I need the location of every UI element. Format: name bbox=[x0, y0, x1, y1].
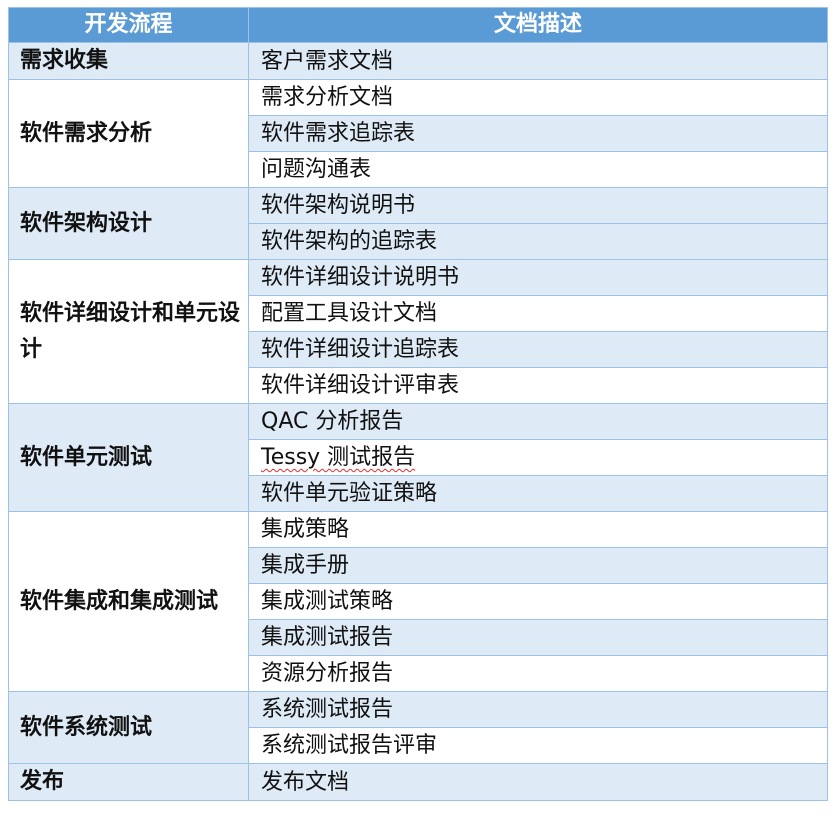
phase-cell: 需求收集 bbox=[8, 42, 249, 80]
table-row: 需求收集 客户需求文档 bbox=[8, 42, 828, 80]
document-table: 开发流程 文档描述 需求收集 客户需求文档 软件需求分析 需求分析文档 软件需求… bbox=[8, 7, 828, 801]
doc-cell: 软件架构的追踪表 bbox=[248, 223, 828, 260]
doc-cell: 软件架构说明书 bbox=[248, 187, 828, 224]
phase-cell: 软件架构设计 bbox=[8, 187, 249, 260]
doc-cell: QAC 分析报告 bbox=[248, 403, 828, 440]
doc-cell: 系统测试报告评审 bbox=[248, 727, 828, 764]
doc-cell: 软件需求追踪表 bbox=[248, 115, 828, 152]
doc-cell: 软件详细设计评审表 bbox=[248, 367, 828, 404]
doc-cell: 集成手册 bbox=[248, 547, 828, 584]
phase-cell: 软件单元测试 bbox=[8, 403, 249, 512]
header-row: 开发流程 文档描述 bbox=[8, 7, 828, 43]
doc-cell: 集成测试报告 bbox=[248, 619, 828, 656]
table-row: 软件集成和集成测试 集成策略 bbox=[8, 511, 828, 692]
header-description: 文档描述 bbox=[248, 7, 828, 43]
doc-cell: 软件单元验证策略 bbox=[248, 475, 828, 512]
doc-cell: Tessy 测试报告 bbox=[248, 439, 828, 476]
doc-cell: 需求分析文档 bbox=[248, 79, 828, 116]
header-process: 开发流程 bbox=[8, 7, 249, 43]
doc-cell: 集成策略 bbox=[248, 511, 828, 548]
doc-cell: 问题沟通表 bbox=[248, 151, 828, 188]
doc-cell: 客户需求文档 bbox=[248, 42, 828, 80]
table-row: 发布 发布文档 bbox=[8, 763, 828, 801]
table-row: 软件系统测试 系统测试报告 bbox=[8, 691, 828, 764]
phase-cell: 软件系统测试 bbox=[8, 691, 249, 764]
phase-cell: 软件详细设计和单元设计 bbox=[8, 259, 249, 404]
doc-cell: 配置工具设计文档 bbox=[248, 295, 828, 332]
phase-cell: 软件集成和集成测试 bbox=[8, 511, 249, 692]
phase-cell: 发布 bbox=[8, 763, 249, 801]
doc-cell: 资源分析报告 bbox=[248, 655, 828, 692]
table-row: 软件单元测试 QAC 分析报告 bbox=[8, 403, 828, 512]
doc-cell: 软件详细设计说明书 bbox=[248, 259, 828, 296]
doc-cell: 软件详细设计追踪表 bbox=[248, 331, 828, 368]
tessy-report-text: Tessy 测试报告 bbox=[261, 445, 416, 470]
doc-cell: 系统测试报告 bbox=[248, 691, 828, 728]
table-row: 软件需求分析 需求分析文档 bbox=[8, 79, 828, 188]
table-row: 软件架构设计 软件架构说明书 bbox=[8, 187, 828, 260]
doc-cell: 集成测试策略 bbox=[248, 583, 828, 620]
table-row: 软件详细设计和单元设计 软件详细设计说明书 bbox=[8, 259, 828, 404]
phase-cell: 软件需求分析 bbox=[8, 79, 249, 188]
doc-cell: 发布文档 bbox=[248, 763, 828, 801]
